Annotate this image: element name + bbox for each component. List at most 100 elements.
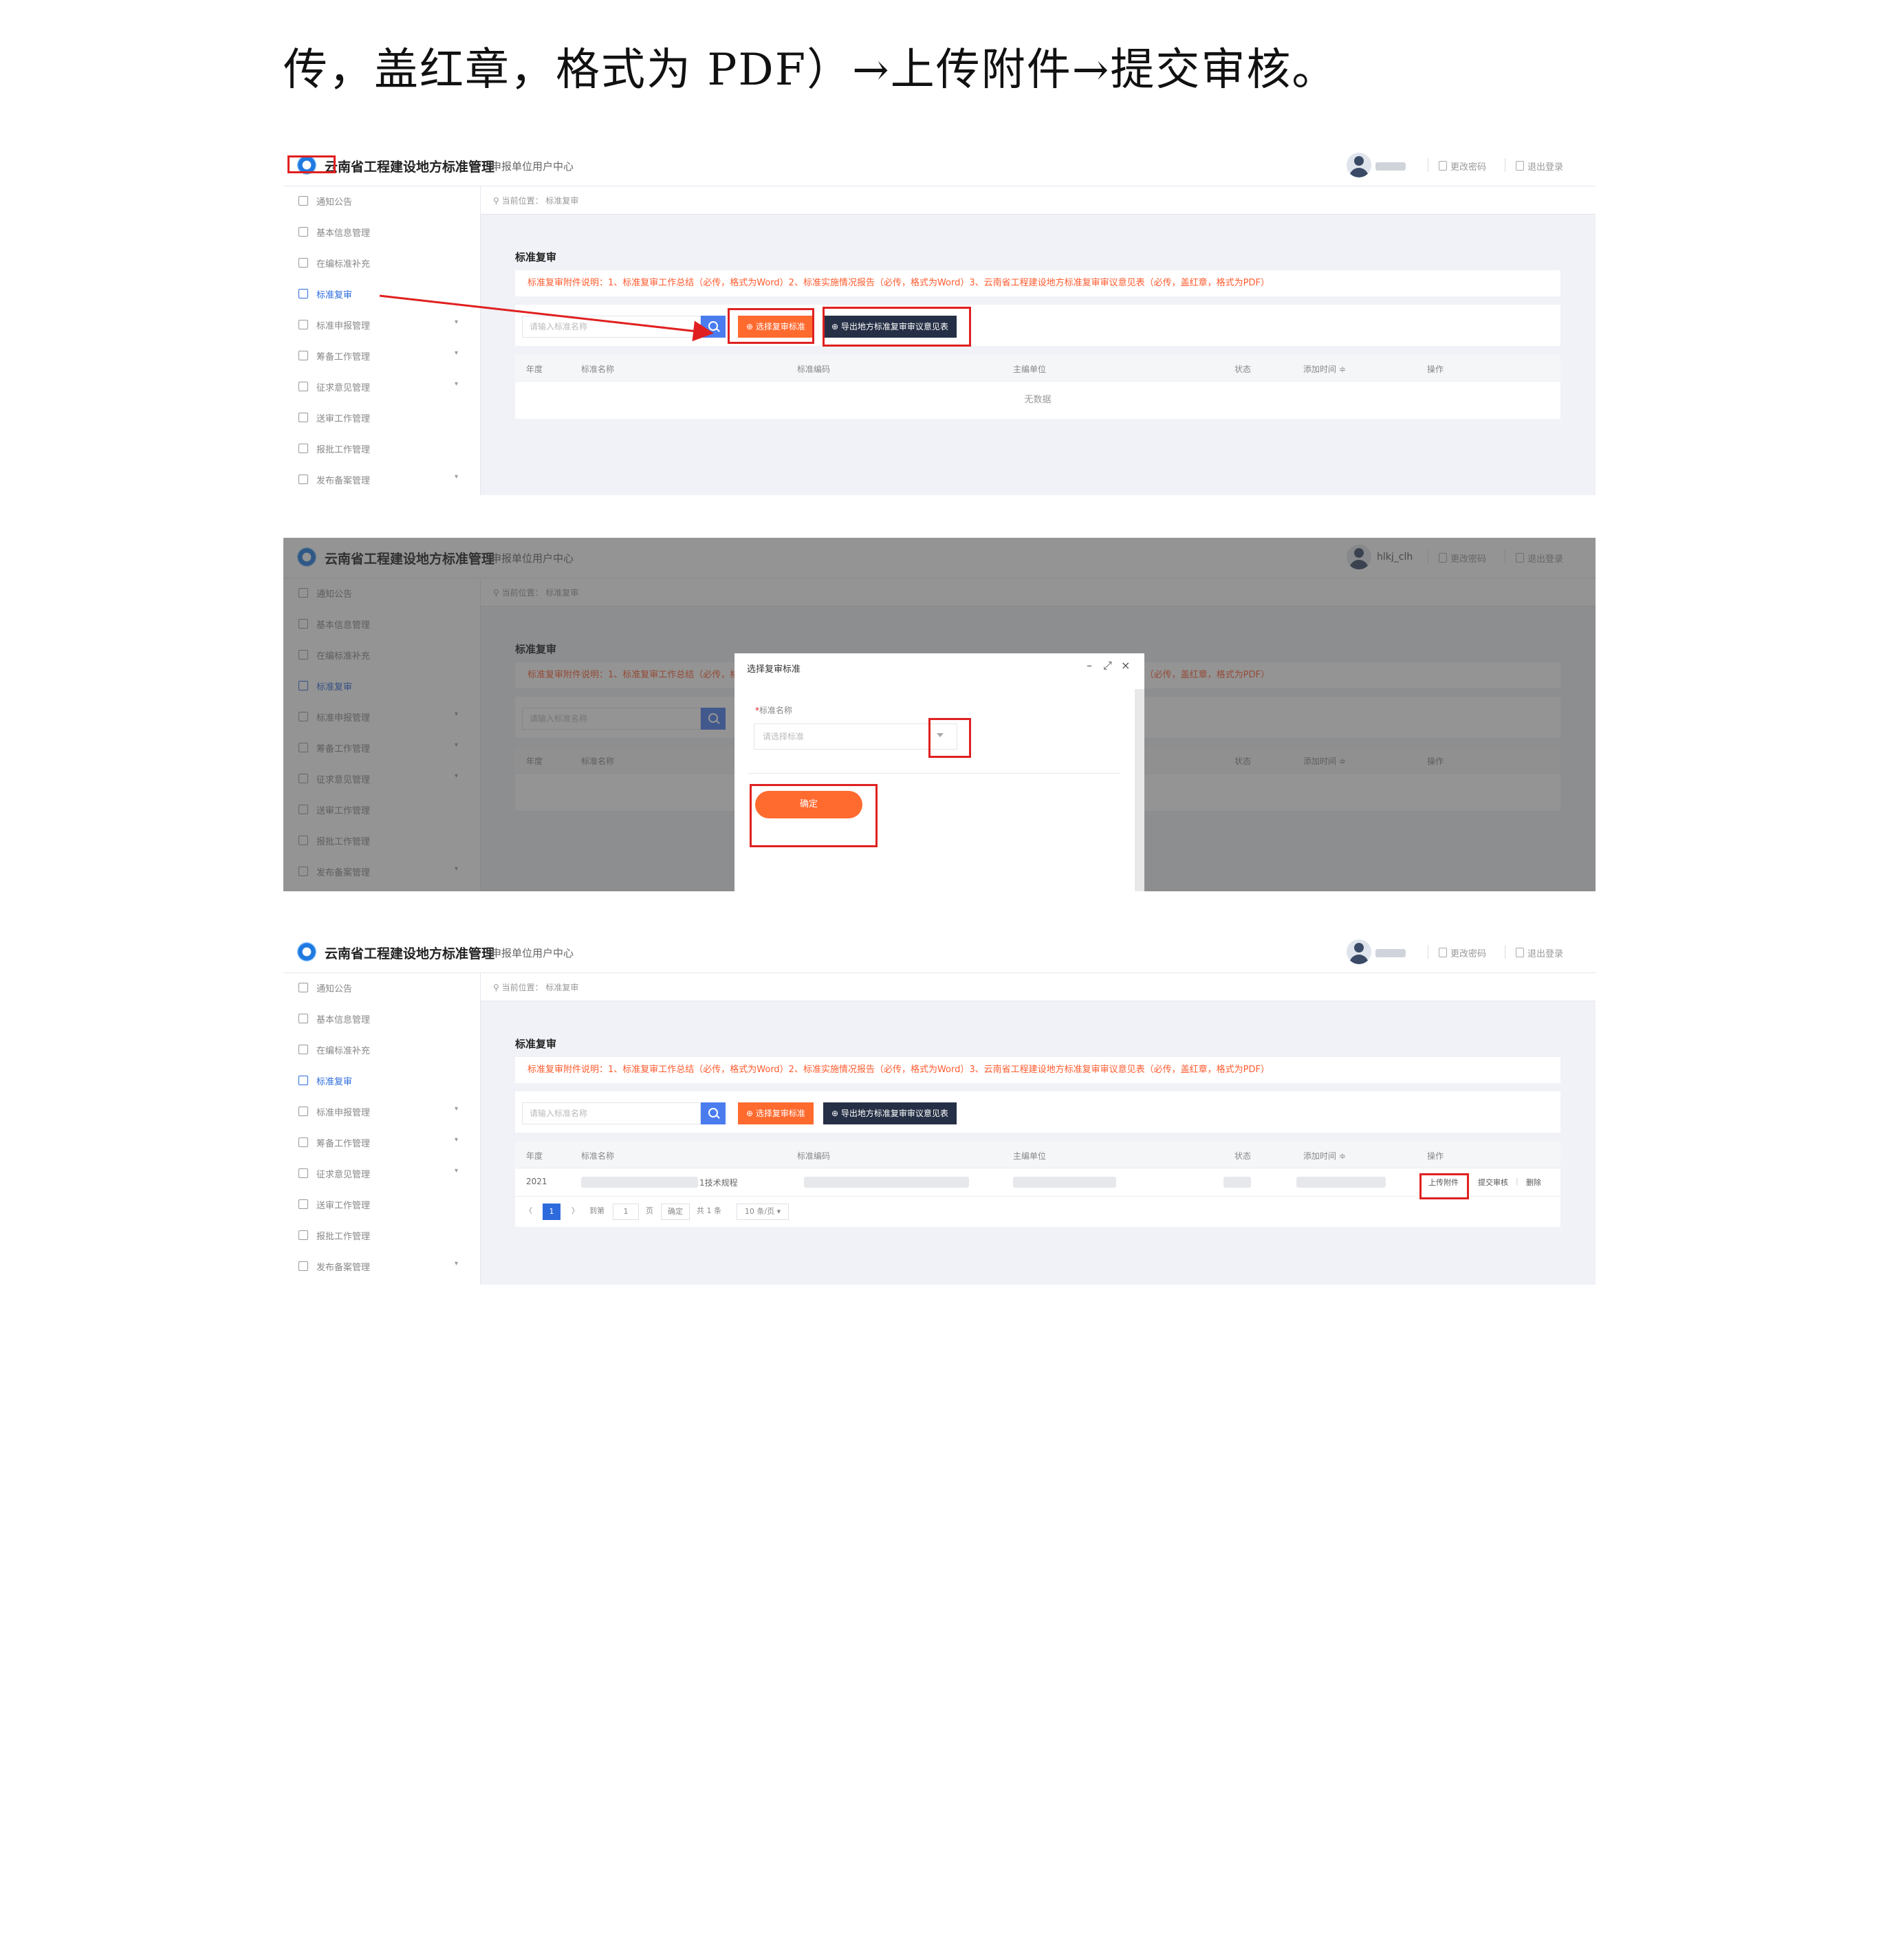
change-password-link[interactable]: 更改密码 — [1439, 946, 1486, 959]
menu-item-icon — [298, 1230, 308, 1240]
main-area: ⚲ 当前位置： 标准复审 标准复审 标准复审附件说明：1、标准复审工作总结（必传… — [481, 973, 1596, 1285]
sidebar-item[interactable]: 报批工作管理 — [298, 1229, 470, 1250]
sidebar-item[interactable]: 通知公告 — [298, 981, 470, 1002]
redacted-cell — [1013, 1177, 1116, 1188]
sidebar-item[interactable]: 发布备案管理 ▾ — [298, 1260, 470, 1281]
review-table: 年度 标准名称 标准编码 主编单位 状态 添加时间 ≑ 操作 2021 1技术规程 上传附件… — [515, 1142, 1560, 1227]
sidebar-item-label: 标准复审 — [316, 1077, 353, 1087]
chevron-down-icon: ▾ — [454, 1260, 458, 1267]
table-header: 年度 标准名称 标准编码 主编单位 状态 添加时间 ≑ 操作 — [515, 1142, 1560, 1168]
menu-item-icon — [298, 1014, 308, 1023]
goto-page-input[interactable]: 1 — [613, 1204, 639, 1220]
sidebar-item[interactable]: 筹备工作管理 ▾ — [298, 1136, 470, 1157]
avatar[interactable] — [1347, 939, 1371, 964]
next-page-icon[interactable]: 〉 — [572, 1205, 579, 1216]
menu-item-icon — [298, 1137, 308, 1147]
export-opinion-form-label: 导出地方标准复审审议意见表 — [840, 1109, 948, 1118]
sidebar-item-label: 基本信息管理 — [316, 1015, 371, 1025]
breadcrumb-bar: ⚲ 当前位置： 标准复审 — [481, 973, 1596, 1001]
redacted-cell — [1223, 1177, 1251, 1188]
highlight-box-dropdown — [928, 718, 971, 758]
maximize-icon[interactable]: ⤢ — [1103, 659, 1112, 673]
pagination: 〈 1 〉 到第 1 页 确定 共 1 条 10 条/页 ▾ — [515, 1197, 1560, 1227]
sidebar-item-label: 在编标准补充 — [316, 1046, 371, 1056]
menu-item-icon — [298, 983, 308, 992]
menu-item-icon — [298, 1045, 308, 1054]
sidebar-item-label: 发布备案管理 — [316, 1263, 371, 1273]
minimize-icon[interactable]: – — [1087, 659, 1092, 672]
logout-link[interactable]: 退出登录 — [1516, 946, 1563, 959]
screenshot-review-list-with-record: 云南省工程建设地方标准管理 申报单位用户中心 更改密码 退出登录 通知公告基本信… — [283, 933, 1596, 1285]
sidebar-item-label: 送审工作管理 — [316, 1201, 371, 1211]
sidebar-item[interactable]: 标准复审 — [298, 1074, 470, 1095]
sidebar-item-label: 报批工作管理 — [316, 1232, 371, 1242]
prev-page-icon[interactable]: 〈 — [525, 1205, 532, 1216]
logout-icon — [1516, 948, 1524, 957]
dialog-divider — [748, 773, 1120, 774]
attachment-notice: 标准复审附件说明：1、标准复审工作总结（必传，格式为Word）2、标准实施情况报… — [515, 1057, 1560, 1083]
page-unit-label: 页 — [646, 1206, 653, 1215]
document-caption: 传，盖红章，格式为 PDF）→上传附件→提交审核。 — [283, 45, 1338, 96]
sidebar-item[interactable]: 征求意见管理 ▾ — [298, 1167, 470, 1188]
export-opinion-form-button[interactable]: ⊕ 导出地方标准复审审议意见表 — [823, 1102, 957, 1124]
dialog-title: 选择复审标准 — [747, 664, 801, 675]
column-header: 标准编码 — [797, 1151, 831, 1161]
sidebar-item-label: 征求意见管理 — [316, 1170, 371, 1180]
goto-confirm-button[interactable]: 确定 — [661, 1204, 690, 1220]
column-header: 状态 — [1234, 1151, 1252, 1161]
chevron-down-icon: ▾ — [454, 1105, 458, 1113]
sidebar-item[interactable]: 送审工作管理 — [298, 1198, 470, 1219]
cell-standard-name: 1技术规程 — [699, 1178, 738, 1188]
top-header: 云南省工程建设地方标准管理 申报单位用户中心 更改密码 退出登录 — [283, 933, 1596, 973]
current-page[interactable]: 1 — [543, 1204, 560, 1220]
standard-name-label: *标准名称 — [755, 704, 792, 716]
sidebar-item[interactable]: 标准申报管理 ▾ — [298, 1105, 470, 1126]
breadcrumb-text: 当前位置： 标准复审 — [501, 983, 579, 992]
screenshot-select-standard-modal: 云南省工程建设地方标准管理 申报单位用户中心 hlkj_clh 更改密码 退出登… — [283, 538, 1596, 891]
logo-icon — [297, 942, 316, 961]
menu-item-icon — [298, 1107, 308, 1116]
select-standard-dialog: 选择复审标准 – ⤢ × *标准名称 请选择标准 确定 — [734, 653, 1144, 891]
sidebar-item-label: 筹备工作管理 — [316, 1139, 371, 1149]
menu-item-icon — [298, 1076, 308, 1085]
sidebar: 通知公告基本信息管理在编标准补充标准复审标准申报管理▾筹备工作管理▾征求意见管理… — [283, 973, 481, 1285]
op-separator: | — [1516, 1177, 1519, 1186]
chevron-down-icon: ▾ — [454, 1136, 458, 1144]
menu-item-icon — [298, 1168, 308, 1178]
page-size-select[interactable]: 10 条/页 ▾ — [737, 1204, 789, 1220]
menu-item-icon — [298, 1261, 308, 1271]
sidebar-item[interactable]: 在编标准补充 — [298, 1043, 470, 1064]
standard-select[interactable]: 请选择标准 — [754, 723, 957, 750]
toolbar: 请输入标准名称 ⊕ 选择复审标准 ⊕ 导出地方标准复审审议意见表 — [515, 1091, 1560, 1133]
redacted-cell — [581, 1177, 698, 1188]
chevron-down-icon: ▾ — [454, 1167, 458, 1175]
table-row: 2021 1技术规程 上传附件 提交审核 | 删除 — [515, 1168, 1560, 1197]
column-header: 主编单位 — [1013, 1151, 1047, 1161]
submit-review-link[interactable]: 提交审核 — [1478, 1177, 1508, 1188]
highlight-box-confirm — [750, 784, 878, 847]
select-review-standard-label: 选择复审标准 — [755, 1109, 805, 1118]
app-subtitle: 申报单位用户中心 — [491, 947, 574, 959]
menu-item-icon — [298, 1199, 308, 1209]
lock-icon — [1439, 948, 1447, 957]
dialog-scrollbar[interactable] — [1135, 689, 1144, 891]
username-redacted — [1375, 949, 1406, 957]
column-header: 操作 — [1427, 1151, 1444, 1161]
pointer-arrow — [379, 294, 714, 342]
close-icon[interactable]: × — [1121, 659, 1130, 672]
column-header[interactable]: 添加时间 ≑ — [1303, 1150, 1346, 1162]
sidebar-item[interactable]: 基本信息管理 — [298, 1012, 470, 1033]
change-password-label: 更改密码 — [1450, 949, 1487, 959]
app-title: 云南省工程建设地方标准管理 — [325, 946, 495, 961]
total-count: 共 1 条 — [697, 1206, 721, 1215]
highlight-box-upload — [1419, 1173, 1469, 1199]
sidebar-item-label: 标准申报管理 — [316, 1108, 371, 1118]
breadcrumb: ⚲ 当前位置： 标准复审 — [493, 983, 579, 992]
search-button[interactable] — [701, 1102, 726, 1124]
column-header: 标准名称 — [581, 1151, 615, 1161]
select-review-standard-button[interactable]: ⊕ 选择复审标准 — [738, 1102, 814, 1124]
search-input[interactable]: 请输入标准名称 — [522, 1102, 701, 1124]
cell-year: 2021 — [526, 1177, 547, 1186]
delete-link[interactable]: 删除 — [1526, 1177, 1541, 1188]
redacted-cell — [1296, 1177, 1386, 1188]
